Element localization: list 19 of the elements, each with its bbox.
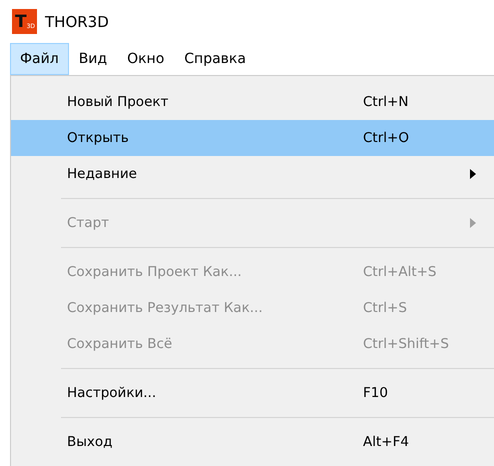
menu-bar-item[interactable]: Файл [10, 43, 69, 75]
shortcut-label: Ctrl+O [363, 130, 410, 146]
submenu-arrow-icon [470, 218, 476, 228]
menu-bar-item[interactable]: Справка [174, 43, 256, 75]
shortcut-label: Ctrl+N [363, 94, 410, 110]
submenu-arrow-icon [470, 169, 476, 179]
menu-bar-item[interactable]: Вид [68, 43, 118, 75]
menu-item[interactable]: Новый Проект Ctrl+N [11, 84, 494, 120]
shortcut-label: F10 [363, 385, 389, 401]
shortcut-label: Ctrl+S [363, 300, 408, 316]
window-title: THOR3D [45, 12, 109, 30]
menu-bar-item[interactable]: Окно [117, 43, 174, 75]
shortcut-label: Alt+F4 [363, 434, 410, 450]
menu-item[interactable]: Недавние [11, 156, 494, 192]
menu-item[interactable]: Настройки... F10 [11, 375, 494, 411]
menu-item[interactable]: Открыть Ctrl+O [11, 120, 494, 156]
shortcut-label: Ctrl+Alt+S [363, 264, 438, 280]
menu-item[interactable]: Выход Alt+F4 [11, 424, 494, 460]
shortcut-label: Ctrl+Shift+S [363, 336, 450, 352]
